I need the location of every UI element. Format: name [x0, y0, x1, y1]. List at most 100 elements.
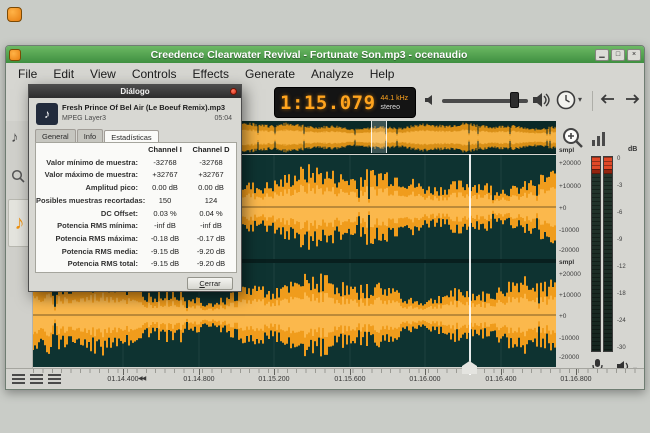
- stat-value: +32767: [142, 169, 188, 182]
- dialog-file-icon: ♪: [36, 103, 58, 125]
- stat-label: Valor máximo de muestra:: [36, 169, 142, 182]
- duration-clock-icon[interactable]: [555, 89, 577, 111]
- sample-tick: +20000: [559, 160, 591, 167]
- stat-label: Valor mínimo de muestra:: [36, 157, 142, 170]
- sample-tick: +0: [559, 205, 591, 212]
- window-titlebar[interactable]: Creedence Clearwater Revival - Fortunate…: [6, 46, 644, 63]
- navigate-forward-icon[interactable]: [622, 92, 642, 106]
- db-tick: -18: [617, 291, 643, 297]
- stat-label: Potencia RMS media:: [36, 246, 142, 259]
- ruler-label: 01.14.800: [174, 376, 224, 383]
- close-button[interactable]: ×: [627, 49, 641, 61]
- search-icon[interactable]: [11, 169, 26, 184]
- volume-low-icon: [424, 93, 438, 107]
- sample-rate-label: 44.1 kHz: [381, 94, 409, 103]
- desktop: Creedence Clearwater Revival - Fortunate…: [0, 0, 650, 433]
- stat-value: -0.18 dB: [142, 233, 188, 246]
- db-tick: -3: [617, 183, 643, 189]
- stat-label: Potencia RMS total:: [36, 258, 142, 271]
- stat-value: 0.03 %: [142, 208, 188, 221]
- stat-value: -9.20 dB: [188, 258, 234, 271]
- menu-view[interactable]: View: [82, 65, 124, 83]
- sample-tick: -10000: [559, 227, 591, 234]
- column-header: Channel I: [142, 144, 188, 157]
- time-ruler[interactable]: ◀◀ 01.14.400 01.14.800 01.15.200 01.15.6…: [6, 368, 644, 388]
- window-title: Creedence Clearwater Revival - Fortunate…: [25, 49, 593, 61]
- sample-tick: +10000: [559, 183, 591, 190]
- sample-tick: +10000: [559, 292, 591, 299]
- statistics-panel: Channel I Channel D Valor mínimo de mues…: [35, 142, 237, 273]
- ruler-label: 01.16.000: [400, 376, 450, 383]
- stat-label: Amplitud pico:: [36, 182, 142, 195]
- audio-file-icon[interactable]: ♪: [11, 129, 19, 146]
- minimize-button[interactable]: ▁: [595, 49, 609, 61]
- level-meter-right: [603, 156, 613, 352]
- db-tick: 0: [617, 156, 643, 162]
- list-view-icon[interactable]: [30, 374, 43, 384]
- stat-label: Potencia RMS mínima:: [36, 220, 142, 233]
- levels-icon[interactable]: [592, 130, 606, 146]
- ruler-tick: [123, 369, 124, 375]
- dialog-file-format: MPEG Layer3: [62, 115, 106, 122]
- dialog-titlebar[interactable]: Diálogo: [29, 85, 241, 98]
- stat-value: 0.04 %: [188, 208, 234, 221]
- ruler-tick: [274, 369, 275, 375]
- menu-help[interactable]: Help: [362, 65, 403, 83]
- volume-slider-handle[interactable]: [510, 92, 519, 108]
- stat-value: -0.17 dB: [188, 233, 234, 246]
- ruler-tick: [350, 369, 351, 375]
- stat-value: -32768: [188, 157, 234, 170]
- db-unit-label: dB: [628, 146, 637, 153]
- tab-general[interactable]: General: [35, 129, 76, 143]
- menu-controls[interactable]: Controls: [124, 65, 185, 83]
- stat-value: -9.15 dB: [142, 258, 188, 271]
- stat-value: 124: [188, 195, 234, 208]
- maximize-button[interactable]: □: [611, 49, 625, 61]
- menu-analyze[interactable]: Analyze: [303, 65, 362, 83]
- dialog-tabs: General Info Estadísticas: [35, 129, 159, 143]
- grid-view-icon[interactable]: [48, 374, 61, 384]
- ruler-label: 01.14.400: [98, 376, 148, 383]
- channel-mode-label: stereo: [381, 103, 409, 112]
- menu-generate[interactable]: Generate: [237, 65, 303, 83]
- ruler-tick: [501, 369, 502, 375]
- db-tick: -9: [617, 237, 643, 243]
- stat-value: -inf dB: [142, 220, 188, 233]
- dialog-file-duration: 05:04: [214, 115, 232, 122]
- desktop-app-icon[interactable]: [7, 7, 22, 22]
- stat-value: -9.20 dB: [188, 246, 234, 259]
- ruler-label: 01.15.600: [325, 376, 375, 383]
- tab-info[interactable]: Info: [77, 129, 104, 143]
- dialog-file-title: Fresh Prince Of Bel Air (Le Boeuf Remix)…: [62, 103, 238, 112]
- navigate-back-icon[interactable]: [598, 92, 618, 106]
- sample-tick: +0: [559, 313, 591, 320]
- statistics-table: Channel I Channel D Valor mínimo de mues…: [36, 144, 236, 271]
- menu-effects[interactable]: Effects: [185, 65, 237, 83]
- app-icon: [9, 49, 21, 61]
- playlist-view-icon[interactable]: [12, 374, 25, 384]
- toolbar-separator: [592, 91, 593, 111]
- menu-edit[interactable]: Edit: [45, 65, 82, 83]
- playhead-cursor-line[interactable]: [469, 154, 471, 375]
- orange-note-icon: ♪: [15, 212, 25, 235]
- clock-dropdown-icon[interactable]: ▾: [578, 96, 582, 104]
- stat-value: -inf dB: [188, 220, 234, 233]
- ruler-label: 01.15.200: [249, 376, 299, 383]
- db-tick: -12: [617, 264, 643, 270]
- ruler-minor-ticks: [33, 369, 644, 373]
- stat-value: +32767: [188, 169, 234, 182]
- stat-label: Posibles muestras recortadas:: [36, 195, 142, 208]
- statistics-dialog: Diálogo ♪ Fresh Prince Of Bel Air (Le Bo…: [28, 84, 242, 292]
- sample-tick: -20000: [559, 247, 591, 254]
- stat-value: 0.00 dB: [142, 182, 188, 195]
- sample-unit-label: smpl: [559, 259, 591, 266]
- time-display: 1:15.079 44.1 kHz stereo: [274, 87, 416, 118]
- dialog-title: Diálogo: [120, 87, 149, 96]
- view-region-indicator: [371, 121, 387, 154]
- stat-value: -32768: [142, 157, 188, 170]
- cerrar-button[interactable]: Cerrar: [187, 277, 233, 290]
- stat-value: 0.00 dB: [188, 182, 234, 195]
- dialog-close-button[interactable]: [230, 88, 237, 95]
- stat-label: DC Offset:: [36, 208, 142, 221]
- menu-file[interactable]: File: [10, 65, 45, 83]
